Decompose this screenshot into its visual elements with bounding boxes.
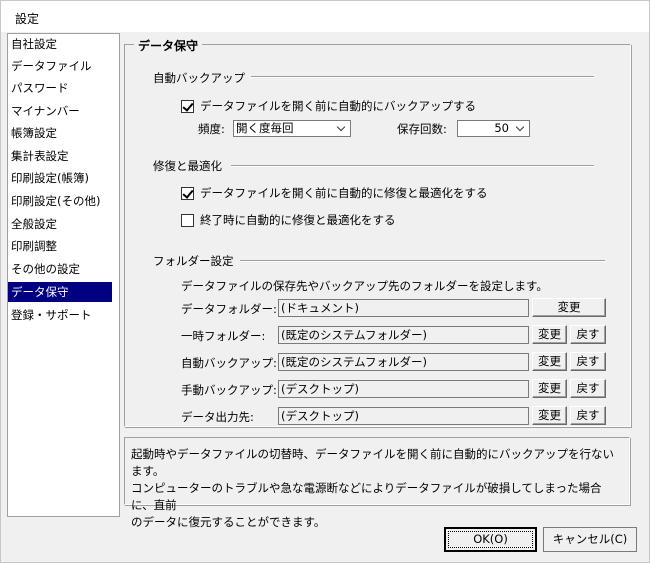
repair-on-open-checkbox[interactable]: データファイルを開く前に自動的に修復と最適化をする [181, 185, 488, 201]
chevron-down-icon [512, 121, 529, 136]
nav-item-data-file[interactable]: データファイル [8, 56, 112, 76]
cancel-button-label: キャンセル(C) [552, 532, 628, 546]
auto-backup-checkbox[interactable]: データファイルを開く前に自動的にバックアップする [181, 98, 476, 114]
repair-on-open-label: データファイルを開く前に自動的に修復と最適化をする [200, 186, 488, 200]
nav-item-print-ledger[interactable]: 印刷設定(帳簿) [8, 168, 112, 188]
description-line-2: コンピューターのトラブルや急な電源断などによりデータファイルが破損してしまった場… [131, 481, 602, 512]
manual-backup-folder-label: 手動バックアップ: [181, 383, 277, 397]
chevron-down-icon [333, 121, 350, 136]
auto-backup-group-label: 自動バックアップ [153, 70, 251, 86]
folder-intro-text: データファイルの保存先やバックアップ先のフォルダーを設定します。 [181, 279, 548, 293]
folder-group-label: フォルダー設定 [153, 253, 240, 269]
panel-title: データ保守 [134, 37, 203, 54]
nav-item-data-maintenance[interactable]: データ保守 [8, 282, 112, 302]
nav-item-other[interactable]: その他の設定 [8, 259, 112, 279]
checkbox-checked-icon [181, 186, 194, 200]
data-folder-label: データフォルダー: [181, 302, 277, 316]
frequency-label: 頻度: [198, 122, 225, 136]
description-line-1: 起動時やデータファイルの切替時、データファイルを開く前に自動的にバックアップを行… [131, 447, 614, 478]
settings-window: 設定 自社設定 データファイル パスワード マイナンバー 帳簿設定 集計表設定 … [0, 0, 650, 563]
settings-nav: 自社設定 データファイル パスワード マイナンバー 帳簿設定 集計表設定 印刷設… [7, 33, 120, 517]
nav-item-my-number[interactable]: マイナンバー [8, 101, 112, 121]
temp-folder-label: 一時フォルダー: [181, 329, 266, 343]
manual-backup-folder-change-button[interactable]: 変更 [532, 379, 567, 398]
auto-backup-folder-label: 自動バックアップ: [181, 356, 277, 370]
window-title: 設定 [15, 12, 40, 26]
repair-on-exit-label: 終了時に自動的に修復と最適化をする [200, 213, 396, 227]
nav-item-general[interactable]: 全般設定 [8, 214, 112, 234]
nav-item-summary[interactable]: 集計表設定 [8, 146, 112, 166]
nav-item-support[interactable]: 登録・サポート [8, 305, 112, 325]
frequency-value: 開く度毎回 [236, 121, 294, 135]
data-folder-change-button[interactable]: 変更 [532, 298, 606, 317]
nav-item-company[interactable]: 自社設定 [8, 34, 112, 54]
auto-backup-folder-path: (既定のシステムフォルダー) [278, 353, 529, 371]
repair-group-label: 修復と最適化 [153, 158, 228, 174]
manual-backup-folder-path: (デスクトップ) [278, 380, 529, 398]
ok-button[interactable]: OK(O) [444, 527, 537, 552]
auto-backup-divider [246, 76, 594, 78]
folder-divider [239, 260, 605, 262]
nav-item-ledger[interactable]: 帳簿設定 [8, 123, 112, 143]
frequency-select[interactable]: 開く度毎回 [233, 120, 351, 137]
auto-backup-checkbox-label: データファイルを開く前に自動的にバックアップする [200, 99, 476, 113]
count-value: 50 [494, 121, 509, 135]
temp-folder-change-button[interactable]: 変更 [532, 325, 567, 344]
count-label: 保存回数: [397, 122, 447, 136]
checkbox-unchecked-icon [181, 213, 194, 227]
title-bar: 設定 [1, 1, 649, 32]
export-folder-change-button[interactable]: 変更 [532, 406, 567, 425]
repair-divider [231, 165, 594, 167]
export-folder-path: (デスクトップ) [278, 407, 529, 425]
repair-on-exit-checkbox[interactable]: 終了時に自動的に修復と最適化をする [181, 212, 396, 228]
data-folder-path: (ドキュメント) [278, 299, 529, 317]
nav-item-print-adjust[interactable]: 印刷調整 [8, 236, 112, 256]
focus-ring [448, 531, 533, 548]
auto-backup-folder-reset-button[interactable]: 戻す [570, 352, 606, 371]
checkbox-checked-icon [181, 99, 194, 113]
export-folder-label: データ出力先: [181, 410, 254, 424]
temp-folder-reset-button[interactable]: 戻す [570, 325, 606, 344]
nav-item-password[interactable]: パスワード [8, 78, 112, 98]
description-box: 起動時やデータファイルの切替時、データファイルを開く前に自動的にバックアップを行… [124, 437, 630, 529]
cancel-button[interactable]: キャンセル(C) [543, 527, 637, 552]
nav-item-print-other[interactable]: 印刷設定(その他) [8, 191, 112, 211]
manual-backup-folder-reset-button[interactable]: 戻す [570, 379, 606, 398]
count-select[interactable]: 50 [457, 120, 530, 137]
temp-folder-path: (既定のシステムフォルダー) [278, 326, 529, 344]
auto-backup-folder-change-button[interactable]: 変更 [532, 352, 567, 371]
export-folder-reset-button[interactable]: 戻す [570, 406, 606, 425]
